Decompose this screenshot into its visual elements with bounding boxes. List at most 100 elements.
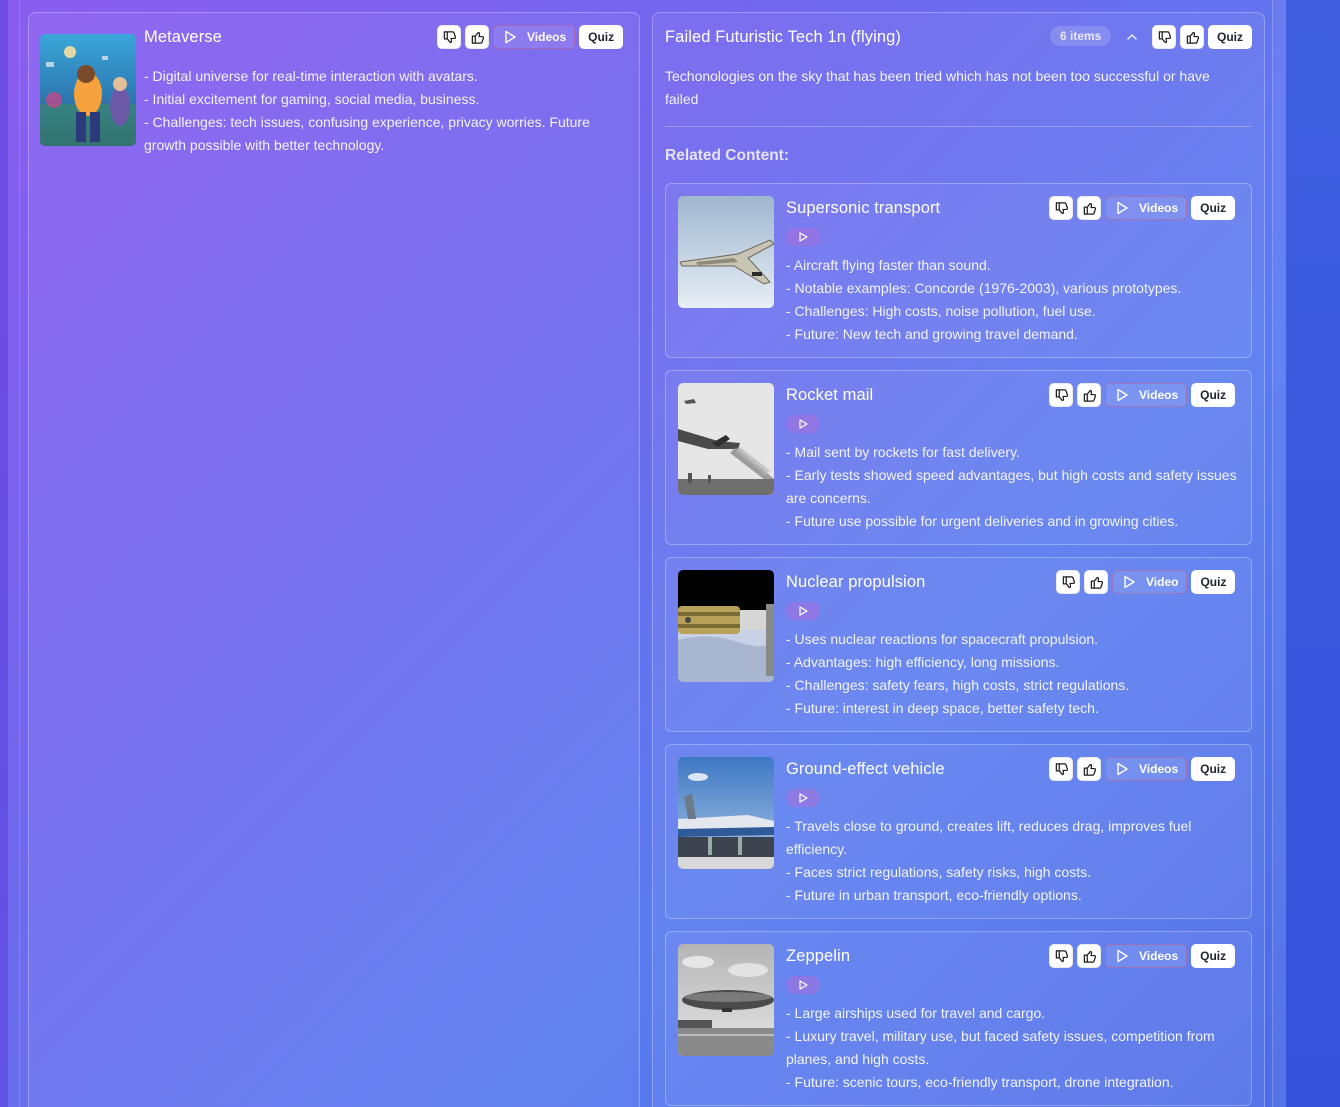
thumbs-down-icon	[1158, 30, 1171, 43]
item-title: Ground-effect vehicle	[786, 760, 945, 778]
item-actions: Videos Quiz	[1049, 757, 1236, 781]
thumbs-down-icon	[1055, 388, 1068, 401]
play-icon	[798, 793, 808, 803]
metaverse-thumbnail	[40, 34, 136, 146]
category-title: Failed Futuristic Tech 1n (flying)	[665, 28, 902, 46]
rocket-mail-thumbnail	[678, 383, 774, 495]
left-divider	[19, 0, 20, 1107]
category-actions: Quiz	[1152, 25, 1252, 49]
videos-button[interactable]: Videos	[493, 25, 576, 49]
video-label: Video	[1146, 575, 1179, 589]
thumbs-down-button[interactable]	[1049, 757, 1073, 781]
thumbs-down-button[interactable]	[437, 25, 461, 49]
play-preview-button[interactable]	[786, 789, 820, 807]
videos-button[interactable]: Videos	[1105, 944, 1188, 968]
thumbs-down-icon	[1055, 762, 1068, 775]
thumbs-down-button[interactable]	[1056, 570, 1080, 594]
videos-button[interactable]: Videos	[1105, 383, 1188, 407]
summary-line: - Future: New tech and growing travel de…	[786, 326, 1078, 342]
thumbs-down-icon	[1055, 201, 1068, 214]
play-icon	[1117, 762, 1128, 776]
thumbs-up-button[interactable]	[1180, 25, 1204, 49]
thumbs-up-button[interactable]	[1077, 944, 1101, 968]
item-actions: Video Quiz	[1056, 570, 1236, 594]
thumbs-down-button[interactable]	[1049, 196, 1073, 220]
left-edge	[0, 0, 8, 1107]
thumbs-up-button[interactable]	[465, 25, 489, 49]
summary-line: - Uses nuclear reactions for spacecraft …	[786, 631, 1099, 647]
item-summary: - Mail sent by rockets for fast delivery…	[786, 441, 1242, 533]
thumbs-up-button[interactable]	[1077, 757, 1101, 781]
play-icon	[1117, 388, 1128, 402]
summary-line: - Aircraft flying faster than sound.	[786, 257, 991, 273]
topic-card-metaverse	[28, 12, 640, 1107]
thumbs-up-icon	[1083, 763, 1096, 776]
thumbs-up-button[interactable]	[1077, 383, 1101, 407]
play-preview-button[interactable]	[786, 976, 820, 994]
play-preview-button[interactable]	[786, 228, 820, 246]
videos-label: Videos	[1139, 949, 1179, 963]
category-description: Techonologies on the sky that has been t…	[665, 68, 1210, 107]
summary-line: - Digital universe for real-time interac…	[144, 68, 478, 84]
item-summary: - Large airships used for travel and car…	[786, 1002, 1242, 1094]
summary-line: - Initial excitement for gaming, social …	[144, 91, 480, 107]
summary-line: - Future use possible for urgent deliver…	[786, 513, 1179, 529]
quiz-button[interactable]: Quiz	[1191, 570, 1236, 594]
item-actions: Videos Quiz	[1049, 383, 1236, 407]
video-button[interactable]: Video	[1112, 570, 1188, 594]
quiz-button[interactable]: Quiz	[1208, 25, 1252, 49]
play-preview-button[interactable]	[786, 415, 820, 433]
metaverse-title: Metaverse	[144, 28, 222, 46]
summary-line: - Large airships used for travel and car…	[786, 1005, 1046, 1021]
nuclear-propulsion-thumbnail	[678, 570, 774, 682]
videos-label: Videos	[1139, 201, 1179, 215]
thumbs-up-button[interactable]	[1077, 196, 1101, 220]
quiz-button[interactable]: Quiz	[1191, 944, 1236, 968]
summary-line: - Future: scenic tours, eco-friendly tra…	[786, 1074, 1174, 1090]
supersonic-thumbnail	[678, 196, 774, 308]
videos-label: Videos	[1139, 762, 1179, 776]
thumbs-up-icon	[1083, 202, 1096, 215]
section-divider	[665, 126, 1252, 127]
zeppelin-thumbnail	[678, 944, 774, 1056]
item-actions: Videos Quiz	[1049, 196, 1236, 220]
thumbs-up-icon	[1083, 950, 1096, 963]
play-preview-button[interactable]	[786, 602, 820, 620]
videos-button[interactable]: Videos	[1105, 757, 1188, 781]
summary-line: - Challenges: safety fears, high costs, …	[786, 677, 1130, 693]
related-content-label: Related Content:	[665, 147, 789, 164]
quiz-button[interactable]: Quiz	[1191, 196, 1236, 220]
play-icon	[798, 419, 808, 429]
thumbs-down-button[interactable]	[1152, 25, 1176, 49]
item-title: Nuclear propulsion	[786, 573, 926, 591]
right-edge	[1286, 0, 1340, 1107]
thumbs-down-button[interactable]	[1049, 944, 1073, 968]
thumbs-down-button[interactable]	[1049, 383, 1073, 407]
play-icon	[1117, 201, 1128, 215]
item-summary: - Travels close to ground, creates lift,…	[786, 815, 1242, 907]
item-count-badge: 6 items	[1050, 26, 1112, 46]
thumbs-up-button[interactable]	[1084, 570, 1108, 594]
thumbs-up-icon	[471, 31, 484, 44]
play-icon	[798, 232, 808, 242]
videos-label: Videos	[1139, 388, 1179, 402]
item-title: Rocket mail	[786, 386, 874, 404]
thumbs-down-icon	[1055, 949, 1068, 962]
summary-line: - Challenges: tech issues, confusing exp…	[144, 114, 590, 153]
summary-line: - Travels close to ground, creates lift,…	[786, 818, 1192, 857]
summary-line: - Faces strict regulations, safety risks…	[786, 864, 1091, 880]
play-icon	[505, 30, 516, 44]
thumbs-up-icon	[1186, 31, 1199, 44]
summary-line: - Notable examples: Concorde (1976-2003)…	[786, 280, 1182, 296]
quiz-button[interactable]: Quiz	[1191, 383, 1236, 407]
quiz-button[interactable]: Quiz	[579, 25, 624, 49]
play-icon	[1117, 949, 1128, 963]
summary-line: - Early tests showed speed advantages, b…	[786, 467, 1237, 506]
thumbs-up-icon	[1090, 576, 1103, 589]
chevron-up-icon[interactable]	[1125, 30, 1139, 44]
videos-button[interactable]: Videos	[1105, 196, 1188, 220]
quiz-button[interactable]: Quiz	[1191, 757, 1236, 781]
summary-line: - Advantages: high efficiency, long miss…	[786, 654, 1060, 670]
summary-line: - Challenges: High costs, noise pollutio…	[786, 303, 1096, 319]
item-summary: - Uses nuclear reactions for spacecraft …	[786, 628, 1242, 720]
